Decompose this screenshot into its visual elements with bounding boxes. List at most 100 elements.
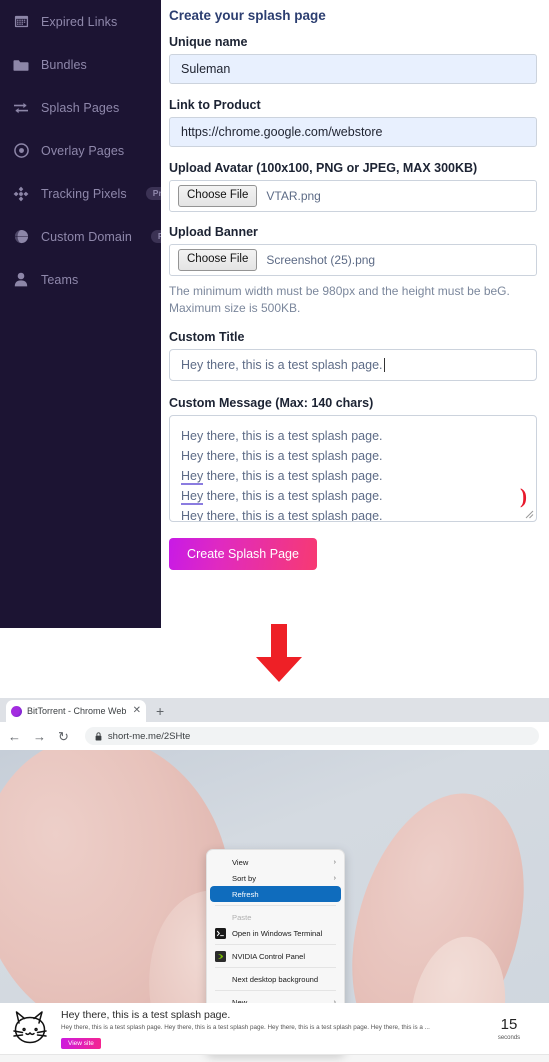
message-line: Hey there, this is a test splash page. [181,449,383,464]
address-bar[interactable]: short-me.me/2SHte [84,727,539,745]
sidebar-item-label: Overlay Pages [41,143,125,158]
menu-separator [215,967,336,968]
lock-icon [95,731,102,740]
sidebar-item-teams[interactable]: Teams [0,258,161,301]
exchange-arrows-icon [13,100,29,116]
context-menu-item-refresh[interactable]: Refresh [210,886,341,902]
splash-page-form: Create your splash page Unique name Sule… [161,0,549,628]
upload-avatar-field[interactable]: Choose File VTAR.png [169,180,537,212]
chevron-right-icon: › [333,858,336,866]
no-icon [215,857,226,868]
page-bottom-strip [0,1055,549,1062]
text-caret [383,358,385,373]
browser-tabstrip: BitTorrent - Chrome Web Store - ✕ + [0,698,549,722]
sidebar-item-label: Teams [41,272,79,287]
no-icon [215,889,226,900]
link-to-product-input[interactable]: https://chrome.google.com/webstore [169,117,537,147]
context-menu-item-open-in-windows-terminal[interactable]: Open in Windows Terminal [210,925,341,941]
upload-banner-label: Upload Banner [169,225,258,239]
sidebar-item-bundles[interactable]: Bundles [0,43,161,86]
textarea-resize-handle[interactable] [523,508,534,519]
sidebar-item-tracking-pixels[interactable]: Tracking Pixels Pro [0,172,174,215]
spellcheck-word: Hey [181,469,204,486]
menu-separator [215,944,336,945]
create-splash-page-button[interactable]: Create Splash Page [169,538,317,571]
sidebar-item-splash-pages[interactable]: Splash Pages [0,86,161,129]
countdown-unit: seconds [497,1034,521,1041]
down-arrow-icon [256,624,302,682]
bittorrent-favicon [11,705,22,717]
browser-toolbar: ← → ↻ short-me.me/2SHte [0,722,549,750]
folder-icon [13,57,29,73]
sidebar-item-overlay-pages[interactable]: Overlay Pages [0,129,161,172]
form-title: Create your splash page [169,8,326,23]
screenshot-root: Expired Links Bundles Splash Pages Overl… [0,0,549,1062]
countdown-value: 15 [500,1015,518,1033]
splash-message: Hey there, this is a test splash page. H… [61,1024,430,1032]
sidebar-item-expired-links[interactable]: Expired Links [0,0,161,43]
custom-title-input[interactable]: Hey there, this is a test splash page. [169,349,537,382]
countdown-timer: 15 seconds [479,1017,539,1041]
spellcheck-word: Hey [181,509,204,522]
splash-overlay-bar: Hey there, this is a test splash page. H… [0,1003,549,1055]
user-icon [13,272,29,288]
tab-title: BitTorrent - Chrome Web Store - [27,706,128,716]
choose-file-avatar-button[interactable]: Choose File [178,185,258,207]
calendar-icon [13,14,29,30]
choose-file-banner-button[interactable]: Choose File [178,249,258,271]
link-to-product-label: Link to Product [169,98,261,112]
no-icon [215,974,226,985]
cat-avatar-icon [13,1010,47,1043]
view-site-button[interactable]: View site [61,1038,101,1050]
crosshair-icon [13,186,29,202]
new-tab-button[interactable]: + [156,704,164,718]
banner-filename: Screenshot (25).png [266,253,376,267]
upload-banner-field[interactable]: Choose File Screenshot (25).png [169,244,537,276]
browser-tab[interactable]: BitTorrent - Chrome Web Store - ✕ [6,700,146,722]
target-circle-icon [13,143,29,159]
nvidia-icon [215,950,226,962]
splash-content: Hey there, this is a test splash page. H… [61,1007,479,1051]
sidebar-item-label: Expired Links [41,14,118,29]
sidebar-item-label: Bundles [41,57,87,72]
reload-icon[interactable]: ↻ [58,730,69,743]
context-menu-item-view[interactable]: View › [210,854,341,870]
sidebar: Expired Links Bundles Splash Pages Overl… [0,0,180,628]
message-line: Hey there, this is a test splash page. [181,489,383,506]
avatar-filename: VTAR.png [266,189,321,203]
sidebar-item-label: Tracking Pixels [41,186,127,201]
banner-help-text: The minimum width must be 980px and the … [169,284,510,316]
close-icon[interactable]: ✕ [133,706,141,716]
forward-icon[interactable]: → [33,730,46,743]
message-line: Hey there, this is a test splash page. [181,506,525,522]
menu-separator [215,905,336,906]
message-line: Hey there, this is a test splash page. [181,469,383,486]
sidebar-item-label: Splash Pages [41,100,120,115]
no-icon [215,873,226,884]
sidebar-item-label: Custom Domain [41,229,132,244]
chevron-right-icon: › [333,874,336,882]
back-icon[interactable]: ← [8,730,21,743]
custom-title-value: Hey there, this is a test splash page. [181,358,383,373]
unique-name-input[interactable]: Suleman [169,54,537,84]
context-menu-item-paste: Paste [210,909,341,925]
context-menu-item-sort-by[interactable]: Sort by › [210,870,341,886]
url-text: short-me.me/2SHte [107,730,191,742]
custom-message-textarea[interactable]: Hey there, this is a test splash page. H… [169,415,537,523]
message-line: Hey there, this is a test splash page. [181,429,383,444]
sidebar-item-custom-domain[interactable]: Custom Domain Pro [0,215,180,258]
no-icon [215,912,226,923]
context-menu-item-next-desktop-background[interactable]: Next desktop background [210,971,341,987]
terminal-icon [215,927,226,939]
menu-separator [215,990,336,991]
spellcheck-word: Hey [181,489,204,506]
unique-name-label: Unique name [169,35,248,49]
upload-avatar-label: Upload Avatar (100x100, PNG or JPEG, MAX… [169,161,478,175]
splash-title: Hey there, this is a test splash page. [61,1008,231,1021]
globe-icon [13,229,29,245]
custom-message-label: Custom Message (Max: 140 chars) [169,396,374,411]
context-menu-item-nvidia-control-panel[interactable]: NVIDIA Control Panel [210,948,341,964]
app-area: Expired Links Bundles Splash Pages Overl… [0,0,549,628]
custom-title-label: Custom Title [169,330,245,345]
cursor-artifact: ) [520,484,527,509]
